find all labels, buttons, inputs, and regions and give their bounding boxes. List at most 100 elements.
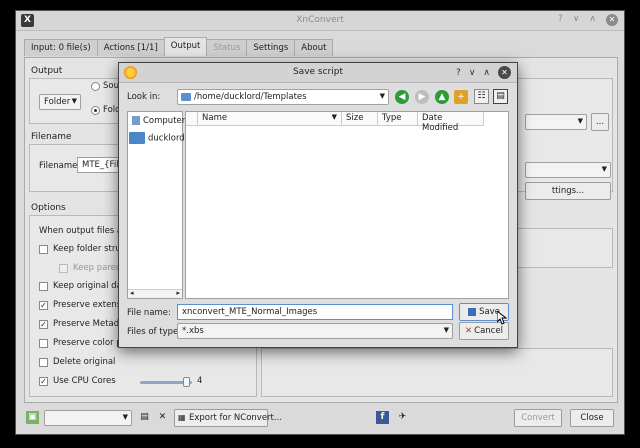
list-view-icon[interactable]: ☷ xyxy=(474,89,489,104)
use-cpu-cores-checkbox[interactable]: ✓ xyxy=(39,377,48,386)
sort-chevron-down-icon: ▼ xyxy=(331,113,337,121)
chevron-down-icon: ▼ xyxy=(577,117,583,125)
preserve-metadata-checkbox[interactable]: ✓ xyxy=(39,320,48,329)
delete-original-label: Delete original xyxy=(53,357,116,367)
export-nconvert-button[interactable]: ▦ Export for NConvert... xyxy=(174,409,282,427)
format-settings-button[interactable]: ttings... xyxy=(525,182,611,200)
tab-input[interactable]: Input: 0 file(s) xyxy=(24,39,98,56)
forward-icon[interactable]: ▶ xyxy=(415,90,429,104)
close-button[interactable]: Close xyxy=(570,409,614,427)
mouse-cursor-icon xyxy=(497,311,507,325)
tab-status[interactable]: Status xyxy=(206,39,248,56)
sidebar-item-label: Computer xyxy=(143,116,186,126)
tab-about[interactable]: About xyxy=(294,39,334,56)
filename-template-combo[interactable]: ▼ xyxy=(525,162,611,178)
save-icon[interactable]: ▤ xyxy=(138,411,151,424)
delete-icon[interactable]: ✕ xyxy=(156,411,169,424)
options-section-title: Options xyxy=(31,203,66,213)
chevron-down-icon: ▼ xyxy=(379,92,385,100)
chevron-down-icon: ▼ xyxy=(122,413,128,421)
chevron-down-icon: ▼ xyxy=(71,97,77,105)
bottom-bar: ▣ ▼ ▤ ✕ ▦ Export for NConvert... f ✈ Con… xyxy=(24,407,618,431)
share-icon[interactable]: ✈ xyxy=(396,411,409,424)
facebook-icon[interactable]: f xyxy=(376,411,389,424)
computer-icon xyxy=(132,116,140,125)
keep-parent-checkbox[interactable] xyxy=(59,264,68,273)
export-button-label: Export for NConvert... xyxy=(189,413,282,423)
dialog-help-icon[interactable]: ? xyxy=(456,68,461,78)
scroll-left-icon: ◂ xyxy=(130,289,134,297)
dialog-window-controls: ? ∨ ∧ ✕ xyxy=(456,66,511,79)
look-in-combo[interactable]: /home/ducklord/Templates ▼ xyxy=(177,89,389,105)
dialog-close-icon[interactable]: ✕ xyxy=(498,66,511,79)
cpu-cores-value: 4 xyxy=(197,376,203,386)
keep-folder-structure-checkbox[interactable] xyxy=(39,245,48,254)
tab-settings[interactable]: Settings xyxy=(246,39,296,56)
output-type-value: Folder xyxy=(44,97,71,107)
save-script-dialog: Save script ? ∨ ∧ ✕ Look in: /home/duckl… xyxy=(118,62,518,348)
dialog-maximize-icon[interactable]: ∧ xyxy=(483,68,490,78)
dialog-titlebar: Save script ? ∨ ∧ ✕ xyxy=(119,63,517,83)
home-folder-icon xyxy=(129,132,145,144)
delete-original-checkbox[interactable] xyxy=(39,358,48,367)
column-header-type[interactable]: Type xyxy=(378,112,418,126)
files-of-type-combo[interactable]: *.xbs ▼ xyxy=(177,323,453,339)
keep-parent-label: Keep parent xyxy=(73,263,125,273)
files-of-type-value: *.xbs xyxy=(182,326,204,336)
save-icon xyxy=(468,307,477,316)
radio-folder[interactable] xyxy=(91,106,100,115)
chevron-down-icon: ▼ xyxy=(601,165,607,173)
preserve-color-profile-checkbox[interactable] xyxy=(39,339,48,348)
file-list[interactable]: Name ▼ Size Type Date Modified xyxy=(185,111,509,299)
column-header-name[interactable]: Name ▼ xyxy=(198,112,342,126)
places-sidebar: Computer ducklord ◂ ▸ xyxy=(127,111,185,299)
main-window-controls: ? ∨ ∧ ✕ xyxy=(558,14,618,26)
preserve-extension-checkbox[interactable]: ✓ xyxy=(39,301,48,310)
sidebar-horizontal-scrollbar[interactable]: ◂ ▸ xyxy=(128,289,182,298)
keep-original-date-checkbox[interactable] xyxy=(39,282,48,291)
minimize-icon[interactable]: ∨ xyxy=(573,14,580,26)
folder-icon xyxy=(181,93,191,101)
parent-folder-icon[interactable]: ▲ xyxy=(435,90,449,104)
column-header-label: Name xyxy=(202,113,228,123)
sidebar-item-label: ducklord xyxy=(148,133,185,144)
right-options-frame-bottom xyxy=(261,348,613,397)
tab-actions[interactable]: Actions [1/1] xyxy=(96,39,165,56)
column-header-date-modified[interactable]: Date Modified xyxy=(418,112,484,133)
radio-source-label: Sou xyxy=(103,81,119,91)
use-cpu-cores-label: Use CPU Cores xyxy=(53,376,116,386)
main-titlebar: X XnConvert ? ∨ ∧ ✕ xyxy=(16,11,624,31)
sidebar-item-computer[interactable]: Computer xyxy=(132,116,185,126)
browse-button[interactable]: ... xyxy=(591,113,609,131)
dialog-minimize-icon[interactable]: ∨ xyxy=(469,68,476,78)
detail-view-icon[interactable]: ▤ xyxy=(493,89,508,104)
convert-button[interactable]: Convert xyxy=(514,409,562,427)
look-in-path: /home/ducklord/Templates xyxy=(194,92,307,102)
output-folder-combo[interactable]: ▼ xyxy=(525,114,587,130)
new-folder-icon[interactable]: + xyxy=(454,90,468,104)
filename-label: Filename xyxy=(39,161,78,171)
files-of-type-label: Files of type: xyxy=(127,327,182,337)
back-icon[interactable]: ◀ xyxy=(395,90,409,104)
maximize-icon[interactable]: ∧ xyxy=(589,14,596,26)
close-icon[interactable]: ✕ xyxy=(606,14,618,26)
convert-button-label: Convert xyxy=(521,413,555,423)
file-name-label: File name: xyxy=(127,308,171,318)
sidebar-item-ducklord[interactable]: ducklord xyxy=(129,132,185,144)
tab-output[interactable]: Output xyxy=(163,37,208,56)
output-type-combo[interactable]: Folder ▼ xyxy=(39,94,81,110)
preset-combo[interactable]: ▼ xyxy=(44,410,132,426)
help-icon[interactable]: ? xyxy=(558,14,563,26)
export-icon: ▦ xyxy=(178,413,186,422)
filename-section-title: Filename xyxy=(31,132,72,142)
output-section-title: Output xyxy=(31,66,63,76)
cpu-cores-slider-handle[interactable] xyxy=(182,377,190,387)
look-in-label: Look in: xyxy=(127,92,161,102)
column-header-spacer xyxy=(186,112,198,126)
radio-source[interactable] xyxy=(91,82,100,91)
image-icon[interactable]: ▣ xyxy=(26,411,39,424)
cancel-button-label: Cancel xyxy=(474,326,503,336)
file-name-input[interactable]: xnconvert_MTE_Normal_Images xyxy=(177,304,453,320)
column-header-size[interactable]: Size xyxy=(342,112,378,126)
main-window-title: XnConvert xyxy=(296,15,344,25)
